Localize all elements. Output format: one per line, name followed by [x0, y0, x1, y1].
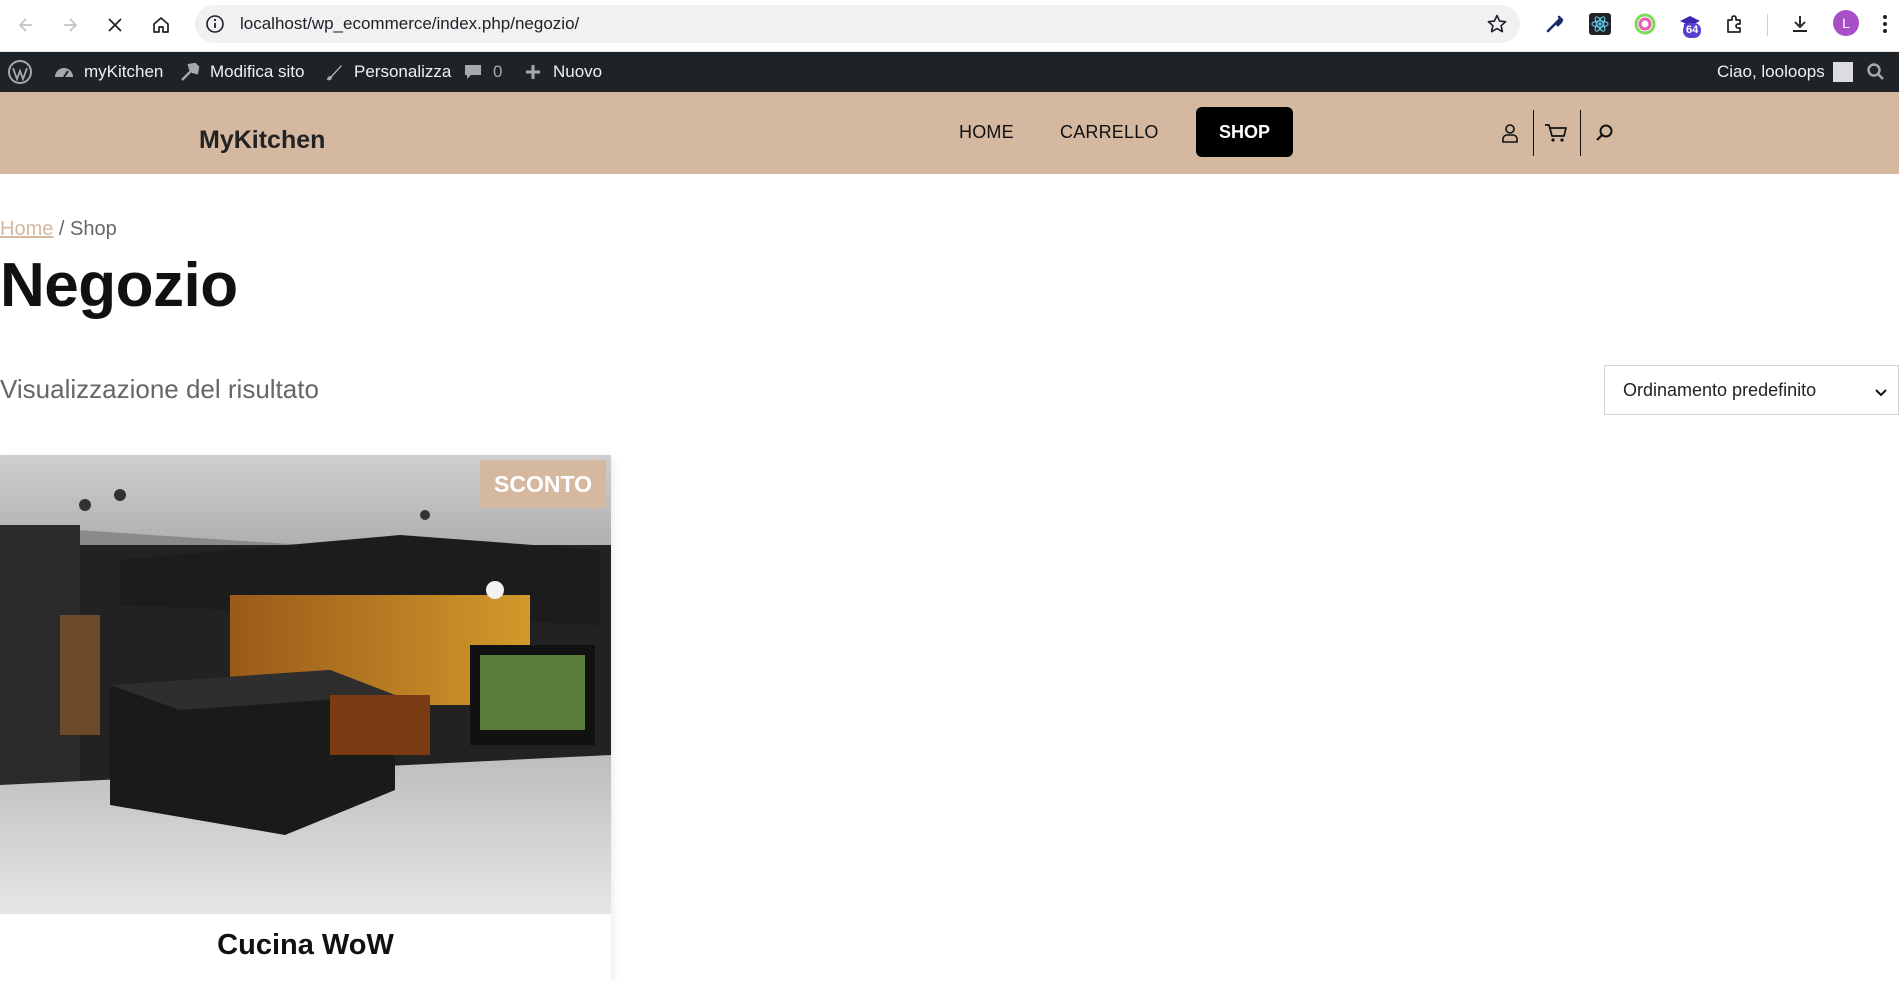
plus-icon	[521, 60, 545, 84]
colorful-extension-icon[interactable]	[1632, 11, 1658, 37]
chevron-down-icon	[1874, 383, 1888, 397]
result-count: Visualizzazione del risultato	[0, 374, 319, 404]
product-title[interactable]: Cucina WoW	[0, 929, 611, 962]
orderby-selected-value: Ordinamento predefinito	[1623, 379, 1817, 400]
star-icon[interactable]	[1486, 13, 1508, 35]
cart-icon[interactable]	[1543, 120, 1569, 146]
edit-site-label: Modifica sito	[210, 62, 305, 81]
menu-item-home[interactable]: HOME	[959, 122, 1014, 143]
back-icon[interactable]	[11, 10, 41, 40]
kitchen-photo	[0, 455, 611, 914]
eyedropper-icon[interactable]	[1542, 11, 1568, 37]
paintbrush-icon	[322, 60, 346, 84]
breadcrumb-separator: /	[53, 218, 71, 240]
header-icon-divider	[1580, 110, 1581, 156]
puzzle-icon[interactable]	[1722, 11, 1748, 37]
hammer-icon	[178, 60, 202, 84]
new-content-menu[interactable]: Nuovo	[521, 52, 602, 92]
greeting-label: Ciao, looloops	[1717, 62, 1825, 81]
user-avatar	[1832, 62, 1853, 82]
menu-item-cart[interactable]: CARRELLO	[1060, 122, 1159, 143]
forward-icon[interactable]	[55, 10, 85, 40]
header-icon-divider	[1533, 110, 1534, 156]
info-icon[interactable]	[205, 14, 225, 34]
my-account-menu[interactable]: Ciao, looloops	[1717, 52, 1853, 92]
search-icon[interactable]	[1592, 120, 1618, 146]
dashboard-icon	[52, 60, 76, 84]
new-content-label: Nuovo	[553, 62, 603, 81]
home-icon[interactable]	[146, 10, 176, 40]
comment-bubble-icon	[461, 60, 485, 84]
product-image[interactable]	[0, 455, 611, 914]
stop-icon[interactable]	[100, 10, 130, 40]
wordpress-logo-icon[interactable]	[7, 52, 33, 92]
download-icon[interactable]	[1787, 11, 1813, 37]
site-title[interactable]: MyKitchen	[199, 126, 325, 155]
menu-item-shop[interactable]: SHOP	[1196, 107, 1293, 157]
breadcrumb: Home / Shop	[0, 218, 117, 241]
comments-menu[interactable]: 0	[461, 52, 502, 92]
react-icon[interactable]	[1587, 11, 1613, 37]
customize-label: Personalizza	[354, 62, 452, 81]
comments-count: 0	[493, 62, 503, 81]
address-bar[interactable]: localhost/wp_ecommerce/index.php/negozio…	[195, 5, 1520, 43]
wp-admin-bar: myKitchen Modifica sito Personalizza 0 N…	[0, 52, 1899, 92]
profile-avatar[interactable]: L	[1833, 10, 1859, 36]
breadcrumb-current: Shop	[70, 218, 117, 240]
onsale-badge: SCONTO	[480, 460, 606, 508]
edit-site-menu[interactable]: Modifica sito	[178, 52, 304, 92]
browser-toolbar: localhost/wp_ecommerce/index.php/negozio…	[0, 0, 1899, 52]
account-icon[interactable]	[1497, 120, 1523, 146]
extension-badge: 64	[1683, 23, 1702, 38]
more-vert-icon[interactable]	[1877, 11, 1893, 37]
site-name-menu[interactable]: myKitchen	[52, 52, 163, 92]
breadcrumb-home-link[interactable]: Home	[0, 218, 53, 240]
page-title: Negozio	[0, 251, 238, 320]
site-name-label: myKitchen	[84, 62, 164, 81]
toolbar-divider	[1767, 14, 1768, 36]
orderby-select[interactable]: Ordinamento predefinito	[1604, 365, 1899, 415]
product-card[interactable]: SCONTO Cucina WoW	[0, 455, 611, 981]
site-header: MyKitchen HOME CARRELLO SHOP	[0, 92, 1899, 174]
admin-search-icon[interactable]	[1866, 52, 1886, 92]
url-text: localhost/wp_ecommerce/index.php/negozio…	[240, 14, 580, 33]
customize-menu[interactable]: Personalizza	[322, 52, 451, 92]
